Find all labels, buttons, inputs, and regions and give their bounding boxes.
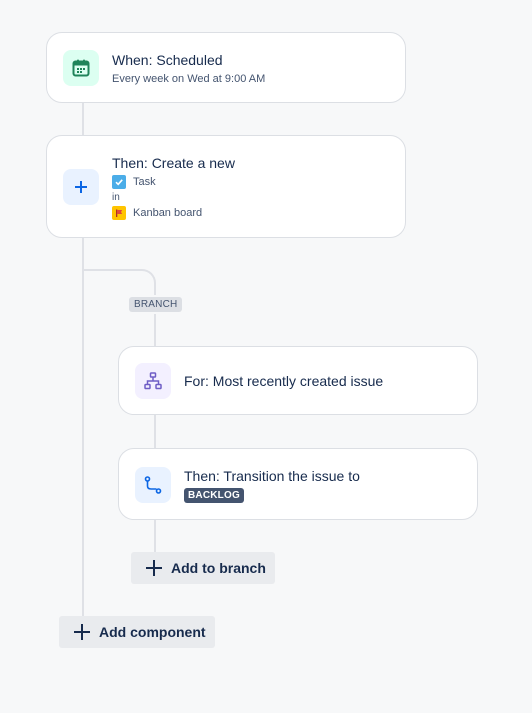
trigger-icon-box [63, 50, 99, 86]
add-component-button[interactable]: Add component [59, 616, 215, 648]
plus-icon [73, 623, 91, 641]
create-icon-box [63, 169, 99, 205]
plus-icon [145, 559, 163, 577]
branch-connector-curve [84, 269, 156, 295]
board-row: Kanban board [112, 206, 202, 220]
status-lozenge-backlog: BACKLOG [184, 488, 244, 503]
transition-icon [144, 476, 162, 494]
for-icon-box [135, 363, 171, 399]
issue-type-row: Task [112, 175, 156, 189]
connector-line-branch-bottom [154, 519, 156, 553]
connector-word: in [112, 192, 120, 203]
transition-card[interactable]: Then: Transition the issue to BACKLOG [118, 448, 478, 520]
add-to-branch-label: Add to branch [171, 560, 266, 576]
kanban-board-icon [112, 206, 126, 220]
issue-type-label: Task [133, 176, 156, 188]
task-checkbox-icon [112, 175, 126, 189]
for-title: For: Most recently created issue [184, 373, 384, 389]
add-to-branch-button[interactable]: Add to branch [131, 552, 275, 584]
calendar-icon [72, 59, 90, 77]
create-title: Then: Create a new [112, 155, 235, 171]
board-name: Kanban board [133, 207, 203, 219]
connector-line-main [82, 102, 84, 136]
hierarchy-icon [144, 372, 162, 390]
trigger-schedule: Every week on Wed at 9:00 AM [112, 73, 266, 85]
trigger-card[interactable]: When: Scheduled Every week on Wed at 9:0… [46, 32, 406, 103]
transition-title: Then: Transition the issue to [184, 468, 360, 484]
connector-line-branch-mid [154, 414, 156, 449]
create-issue-card[interactable]: Then: Create a new Task in Kanban board [46, 135, 406, 238]
branch-label: BRANCH [129, 297, 183, 312]
plus-icon [75, 181, 87, 193]
trigger-title: When: Scheduled [112, 52, 223, 68]
connector-line-branch-top [154, 314, 156, 347]
branch-for-card[interactable]: For: Most recently created issue [118, 346, 478, 415]
add-component-label: Add component [99, 624, 206, 640]
transition-icon-box [135, 467, 171, 503]
